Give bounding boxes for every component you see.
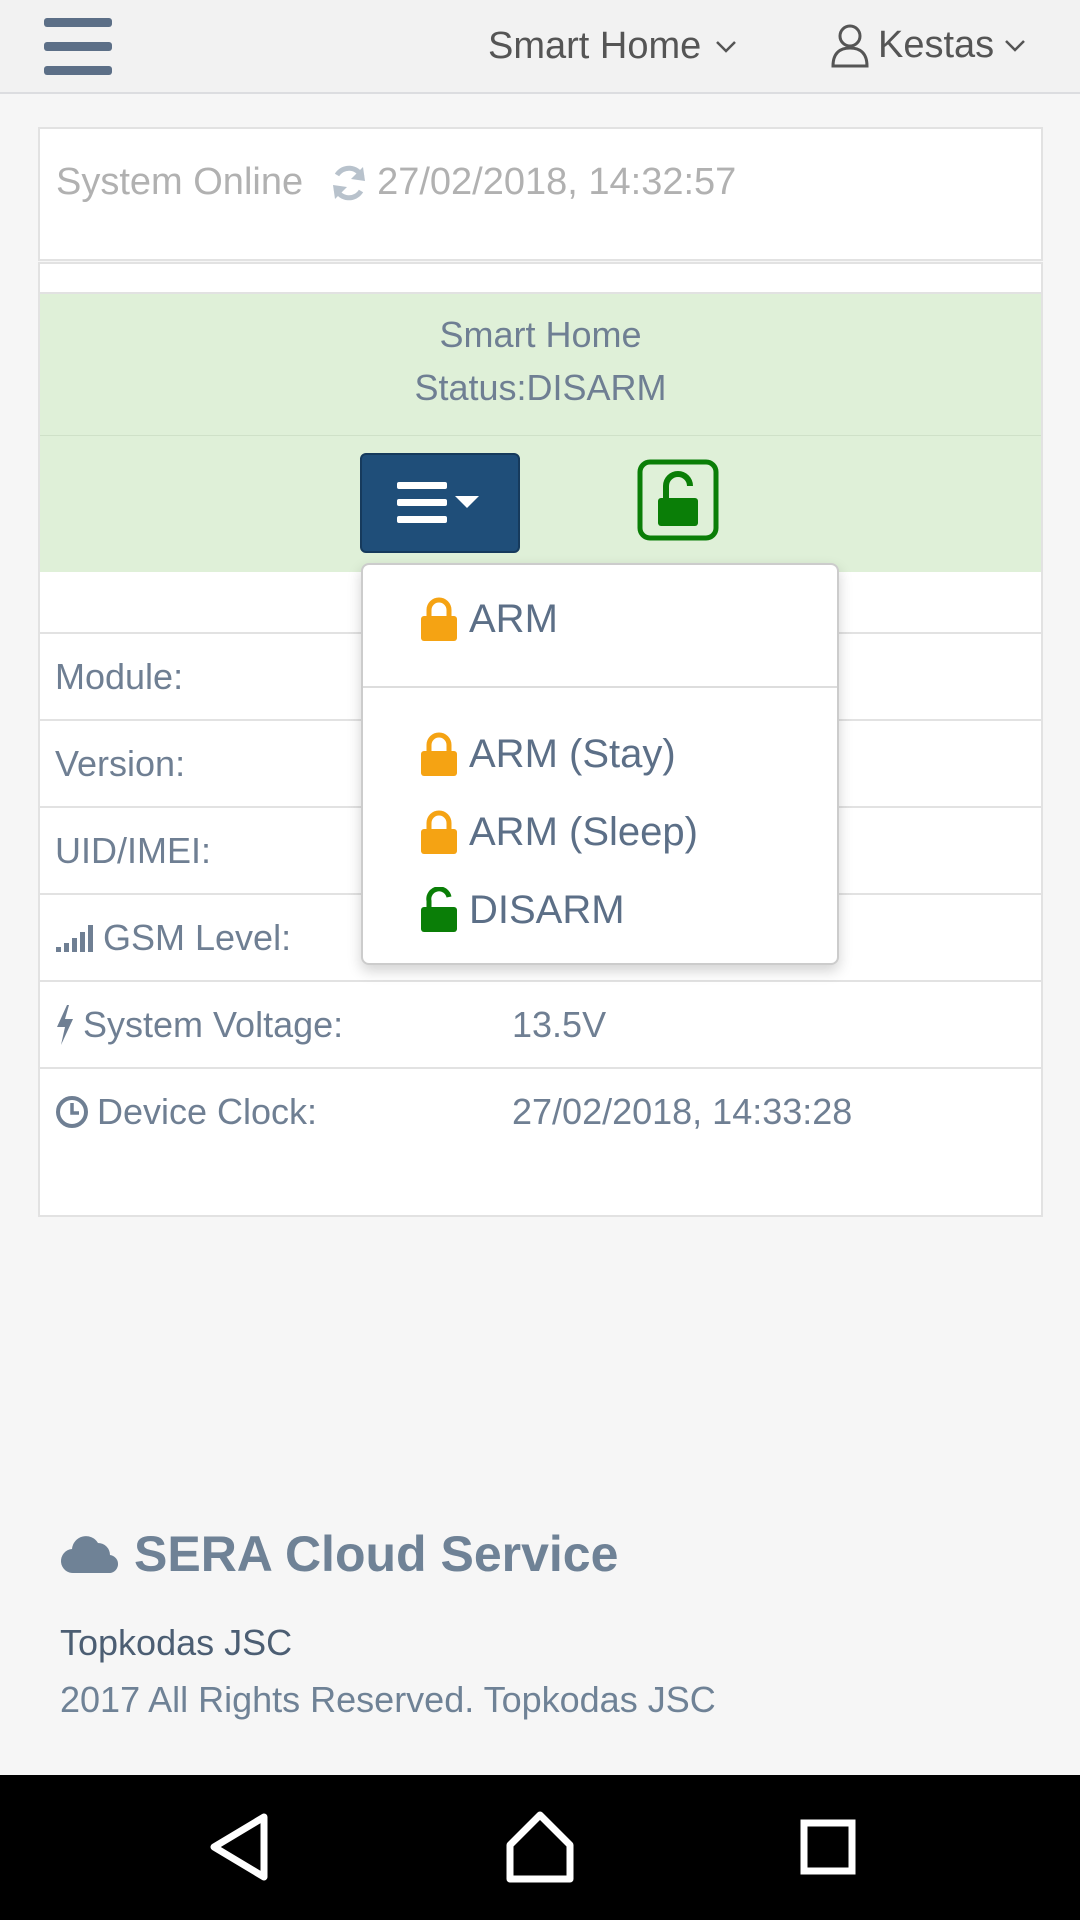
device-status-text: Status:DISARM — [414, 367, 667, 408]
menu-item-label: ARM — [469, 597, 558, 641]
row-label: System Voltage: — [83, 1004, 344, 1045]
lock-icon — [421, 810, 457, 854]
site-selector-label: Smart Home — [488, 24, 702, 67]
lock-icon — [421, 732, 457, 776]
lock-icon — [421, 597, 457, 641]
row-label: GSM Level: — [103, 917, 292, 958]
cloud-icon — [60, 1536, 119, 1574]
row-label: Version: — [55, 743, 186, 784]
footer-company-link[interactable]: Topkodas JSC — [60, 1622, 292, 1664]
menu-item-label: ARM (Sleep) — [469, 810, 698, 854]
user-menu-dropdown[interactable]: Kestas — [830, 18, 1028, 72]
bars-caret-icon — [397, 482, 479, 523]
unlock-icon — [421, 887, 457, 932]
footer-brand: SERA Cloud Service — [60, 1525, 618, 1583]
device-title: Smart Home — [439, 314, 642, 355]
row-label: Module: — [55, 656, 184, 697]
menu-item-arm-stay[interactable]: ARM (Stay) — [363, 718, 837, 788]
info-row-device-clock: Device Clock: 27/02/2018, 14:33:28 — [40, 1069, 1041, 1156]
row-label: UID/IMEI: — [55, 830, 212, 871]
menu-item-label: ARM (Stay) — [469, 732, 676, 776]
home-icon[interactable] — [498, 1805, 582, 1889]
row-value: 27/02/2018, 14:33:28 — [512, 1091, 853, 1132]
menu-item-arm[interactable]: ARM — [363, 583, 837, 653]
back-icon[interactable] — [198, 1805, 282, 1889]
top-navbar: Smart Home Kestas — [0, 0, 1080, 94]
status-timestamp: 27/02/2018, 14:32:57 — [377, 161, 737, 203]
row-value: 13.5V — [512, 1004, 607, 1045]
system-online-text: System Online — [56, 161, 304, 203]
menu-item-arm-sleep[interactable]: ARM (Sleep) — [363, 796, 837, 866]
menu-divider — [363, 686, 837, 688]
footer-copyright: 2017 All Rights Reserved. Topkodas JSC — [60, 1679, 716, 1720]
signal-bars-icon — [56, 925, 93, 952]
site-selector-dropdown[interactable]: Smart Home — [488, 22, 739, 70]
arm-options-menu-button[interactable] — [360, 453, 520, 553]
chevron-down-icon — [716, 41, 737, 53]
unlock-icon — [637, 459, 719, 541]
bolt-icon — [57, 1005, 73, 1045]
refresh-icon[interactable] — [329, 163, 369, 203]
menu-item-disarm[interactable]: DISARM — [363, 874, 837, 944]
arm-options-dropdown: ARM ARM (Stay) ARM (Sleep) DISARM — [361, 563, 839, 965]
info-row-system-voltage: System Voltage: 13.5V — [40, 982, 1041, 1069]
system-status-card: System Online 27/02/2018, 14:32:57 — [38, 127, 1043, 261]
card-divider-strip — [38, 262, 1043, 294]
footer-brand-text: SERA Cloud Service — [134, 1526, 619, 1582]
recent-apps-icon[interactable] — [786, 1805, 870, 1889]
hamburger-menu-icon[interactable] — [44, 18, 112, 76]
row-label: Device Clock: — [97, 1091, 318, 1132]
disarm-quick-button[interactable] — [636, 458, 720, 542]
panel-actions-area — [40, 436, 1041, 572]
chevron-down-icon — [1005, 40, 1026, 52]
user-icon — [831, 24, 869, 68]
user-name-label: Kestas — [878, 23, 995, 66]
menu-item-label: DISARM — [469, 888, 625, 932]
android-navigation-bar — [0, 1775, 1080, 1920]
device-status-header: Smart Home Status:DISARM — [40, 294, 1041, 436]
clock-icon — [56, 1096, 88, 1128]
